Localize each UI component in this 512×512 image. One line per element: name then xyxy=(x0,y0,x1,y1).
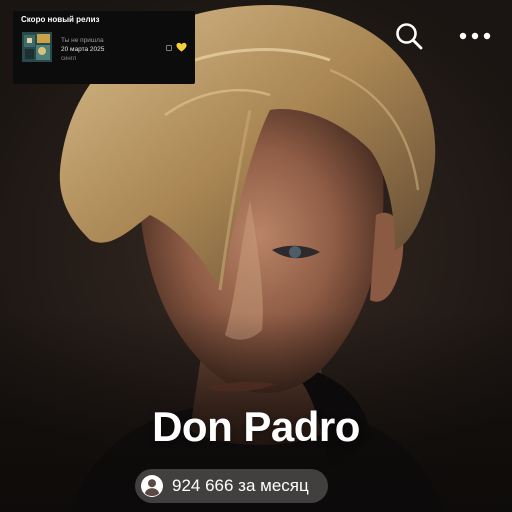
artist-screen: Скоро новый релиз Ты не пришла 20 марта … xyxy=(0,0,512,512)
search-icon xyxy=(396,23,423,50)
person-circle-icon xyxy=(140,474,164,498)
release-date: 20 марта 2025 xyxy=(61,46,105,53)
upcoming-release-card[interactable]: Скоро новый релиз Ты не пришла 20 марта … xyxy=(13,11,195,84)
release-type: сингл xyxy=(61,56,77,62)
more-options-button[interactable] xyxy=(455,18,495,54)
explicit-badge-icon xyxy=(166,45,172,51)
release-cover-art[interactable] xyxy=(22,32,52,62)
heart-icon[interactable] xyxy=(176,42,187,53)
release-title: Ты не пришла xyxy=(61,37,104,44)
more-horizontal-icon xyxy=(459,32,491,40)
artist-name: Don Padro xyxy=(152,403,360,450)
release-heading: Скоро новый релиз xyxy=(21,15,100,24)
search-button[interactable] xyxy=(389,18,429,54)
monthly-listeners-text: 924 666 за месяц xyxy=(172,476,309,495)
monthly-listeners-pill[interactable]: 924 666 за месяц xyxy=(135,469,328,503)
